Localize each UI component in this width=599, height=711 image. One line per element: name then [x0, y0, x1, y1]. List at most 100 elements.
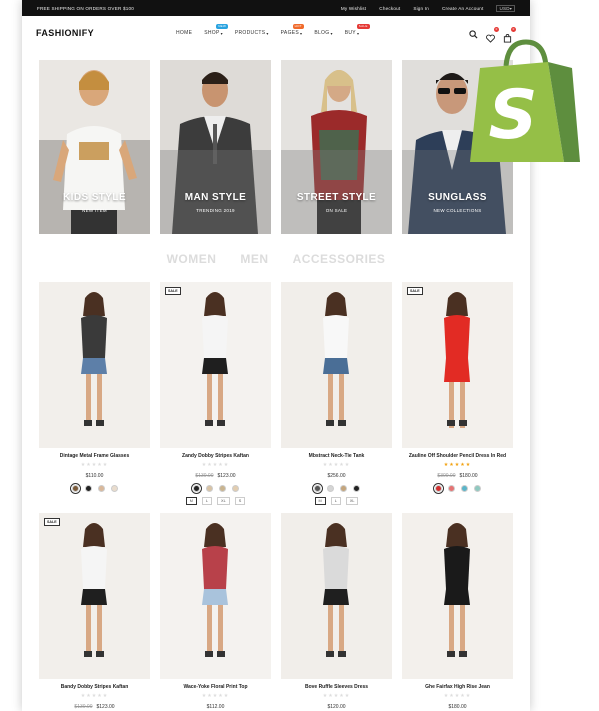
product-price: $130.00 $123.00: [39, 704, 150, 710]
product-name[interactable]: Ghe Fairfax High Rise Jean: [402, 684, 513, 690]
color-swatch[interactable]: [84, 485, 92, 492]
category-title: SUNGLASS: [428, 192, 487, 203]
product-price: $120.00: [281, 704, 392, 710]
product-image[interactable]: [39, 282, 150, 448]
star-rating: ★★★★★: [201, 693, 230, 699]
nav-item-products[interactable]: PRODUCTS ▾: [235, 30, 269, 36]
product-photo: [402, 282, 513, 448]
star-rating: ★★★★★: [322, 462, 351, 468]
size-option[interactable]: S: [234, 497, 246, 505]
color-swatch[interactable]: [218, 485, 226, 492]
create-account-link[interactable]: Create An Account: [442, 6, 483, 11]
color-swatch[interactable]: [231, 485, 239, 492]
star-rating: ★★★★★: [201, 462, 230, 468]
nav-label: PAGES: [280, 30, 300, 36]
color-swatch[interactable]: [97, 485, 105, 492]
category-subtitle: ON SALE: [325, 208, 348, 213]
product-image[interactable]: SALE: [39, 513, 150, 679]
wishlist-count: 0: [494, 27, 499, 32]
logo[interactable]: FASHIONIFY: [36, 28, 94, 38]
product-card[interactable]: Dintage Metal Frame Glasses ★★★★★ $110.00: [39, 282, 150, 494]
product-name[interactable]: Mbstract Neck-Tie Tank: [281, 453, 392, 459]
size-option[interactable]: L: [201, 497, 213, 505]
current-price: $180.00: [459, 473, 478, 479]
chevron-down-icon: ▾: [330, 30, 333, 36]
nav-item-shop[interactable]: SHOP ▾ NEW: [204, 24, 229, 36]
star-rating: ★★★★★: [80, 462, 109, 468]
checkout-link[interactable]: Checkout: [379, 6, 400, 11]
product-image[interactable]: SALE: [402, 282, 513, 448]
old-price: $300.00: [437, 473, 456, 479]
size-option[interactable]: XL: [217, 497, 230, 505]
currency-select[interactable]: USD▾: [496, 4, 515, 12]
color-swatch[interactable]: [326, 485, 334, 492]
size-option[interactable]: M: [314, 497, 326, 505]
svg-text:S: S: [489, 76, 538, 155]
color-swatch[interactable]: [432, 483, 444, 494]
product-photo: [160, 513, 271, 679]
product-name[interactable]: Dintage Metal Frame Glasses: [39, 453, 150, 459]
product-name[interactable]: Zandy Dobby Stripes Kaftan: [160, 453, 271, 459]
size-option[interactable]: L: [330, 497, 341, 505]
category-banner-street[interactable]: STREET STYLE ON SALE: [281, 60, 392, 234]
product-image[interactable]: [281, 513, 392, 679]
color-swatch[interactable]: [190, 483, 202, 494]
product-card[interactable]: SALE Zauline Off Shoulder Pencil Dress In…: [402, 282, 513, 494]
product-card[interactable]: SALE Zandy Dobby Stripes Kaftan ★★★★★ $130.…: [160, 282, 271, 505]
category-banner-man[interactable]: MAN STYLE TRENDING 2019: [160, 60, 271, 234]
color-swatches: [281, 483, 392, 494]
category-subtitle: NEW ITEM: [82, 208, 107, 213]
product-price: $180.00: [402, 704, 513, 710]
color-swatch[interactable]: [110, 485, 118, 492]
product-name[interactable]: Wace-Yoke Floral Print Top: [160, 684, 271, 690]
tab-women[interactable]: WOMEN: [167, 252, 217, 266]
nav-item-home[interactable]: HOME: [176, 30, 192, 36]
product-image[interactable]: SALE: [160, 282, 271, 448]
product-card[interactable]: Wace-Yoke Floral Print Top ★★★★★ $112.00: [160, 513, 271, 710]
current-price: $123.00: [217, 473, 236, 479]
cart-count: 0: [511, 27, 516, 32]
tab-accessories[interactable]: ACCESSORIES: [293, 252, 386, 266]
product-price: $256.00: [281, 473, 392, 479]
star-rating: ★★★★★: [443, 462, 472, 468]
wishlist-link[interactable]: My Wishlist: [341, 6, 366, 11]
nav-item-pages[interactable]: PAGES ▾ HOT: [280, 24, 304, 36]
product-card[interactable]: Bove Ruffle Sleeves Dress ★★★★★ $120.00: [281, 513, 392, 710]
size-option[interactable]: XL: [345, 497, 359, 505]
color-swatch[interactable]: [69, 483, 81, 494]
product-image[interactable]: [402, 513, 513, 679]
sale-badge: SALE: [165, 287, 181, 295]
product-image[interactable]: [281, 282, 392, 448]
product-card[interactable]: Mbstract Neck-Tie Tank ★★★★★ $256.00 M L XL: [281, 282, 392, 505]
sign-in-link[interactable]: Sign In: [413, 6, 429, 11]
color-swatch[interactable]: [205, 485, 213, 492]
color-swatch[interactable]: [352, 485, 360, 492]
product-card[interactable]: Ghe Fairfax High Rise Jean ★★★★★ $180.00: [402, 513, 513, 710]
color-swatch[interactable]: [447, 485, 455, 492]
current-price: $123.00: [96, 704, 115, 710]
size-options: M L XL: [281, 497, 392, 505]
product-price: $130.00 $123.00: [160, 473, 271, 479]
product-name[interactable]: Zauline Off Shoulder Pencil Dress In Red: [402, 453, 513, 459]
color-swatch[interactable]: [473, 485, 481, 492]
product-name[interactable]: Bove Ruffle Sleeves Dress: [281, 684, 392, 690]
nav-item-blog[interactable]: BLOG ▾: [314, 30, 332, 36]
chevron-down-icon: ▾: [220, 30, 223, 36]
tab-men[interactable]: MEN: [240, 252, 268, 266]
product-photo: [160, 282, 271, 448]
product-card[interactable]: SALE Bandy Dobby Stripes Kaftan ★★★★★ $130.…: [39, 513, 150, 710]
star-rating: ★★★★★: [80, 693, 109, 699]
color-swatch[interactable]: [460, 485, 468, 492]
category-subtitle: NEW COLLECTIONS: [433, 208, 482, 213]
size-option[interactable]: M: [185, 497, 197, 505]
category-banner-kids[interactable]: KIDS STYLE NEW ITEM: [39, 60, 150, 234]
nav-item-buy[interactable]: BUY ▾ SALE: [345, 24, 370, 36]
current-price: $110.00: [85, 473, 104, 479]
chevron-down-icon: ▾: [509, 5, 512, 11]
color-swatch[interactable]: [339, 485, 347, 492]
product-name[interactable]: Bandy Dobby Stripes Kaftan: [39, 684, 150, 690]
category-title: KIDS STYLE: [63, 192, 126, 203]
color-swatch[interactable]: [311, 483, 323, 494]
product-image[interactable]: [160, 513, 271, 679]
chevron-down-icon: ▾: [356, 30, 360, 36]
